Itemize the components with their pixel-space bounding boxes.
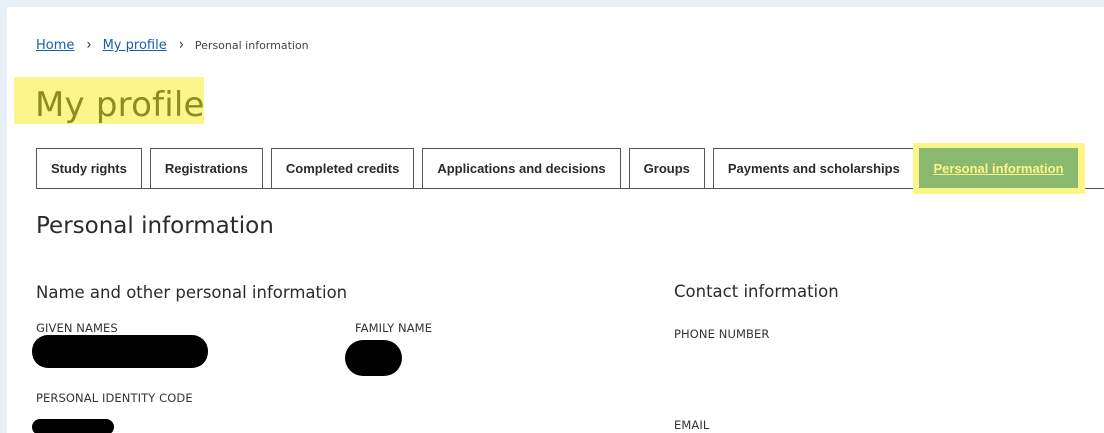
- breadcrumb: Home › My profile › Personal information: [36, 36, 309, 55]
- tab-personal-information[interactable]: Personal information: [919, 148, 1078, 188]
- family-name-value-redacted: [345, 340, 402, 376]
- personal-identity-code-value-redacted: [32, 419, 114, 433]
- chevron-right-icon: ›: [178, 36, 184, 55]
- email-label: EMAIL: [674, 418, 710, 432]
- name-section-heading: Name and other personal information: [36, 283, 348, 302]
- tab-applications-and-decisions[interactable]: Applications and decisions: [422, 148, 621, 188]
- profile-tabs: Study rights Registrations Completed cre…: [36, 148, 923, 188]
- tab-payments-and-scholarships[interactable]: Payments and scholarships: [712, 148, 915, 188]
- breadcrumb-current: Personal information: [194, 39, 309, 52]
- chevron-right-icon: ›: [86, 36, 92, 55]
- tab-completed-credits[interactable]: Completed credits: [270, 148, 415, 188]
- given-names-value-redacted: [32, 335, 208, 368]
- breadcrumb-home-link[interactable]: Home: [36, 38, 74, 53]
- family-name-label: FAMILY NAME: [355, 321, 433, 335]
- tab-registrations[interactable]: Registrations: [149, 148, 263, 188]
- contact-section-heading: Contact information: [674, 282, 839, 301]
- tab-groups[interactable]: Groups: [628, 148, 705, 188]
- section-title: Personal information: [36, 213, 274, 239]
- breadcrumb-my-profile-link[interactable]: My profile: [103, 38, 167, 53]
- given-names-label: GIVEN NAMES: [36, 321, 118, 335]
- phone-number-label: PHONE NUMBER: [674, 327, 770, 341]
- page-container: Home › My profile › Personal information…: [7, 7, 1104, 433]
- page-title: My profile: [35, 85, 205, 125]
- personal-identity-code-label: PERSONAL IDENTITY CODE: [36, 391, 193, 405]
- tab-study-rights[interactable]: Study rights: [36, 148, 142, 188]
